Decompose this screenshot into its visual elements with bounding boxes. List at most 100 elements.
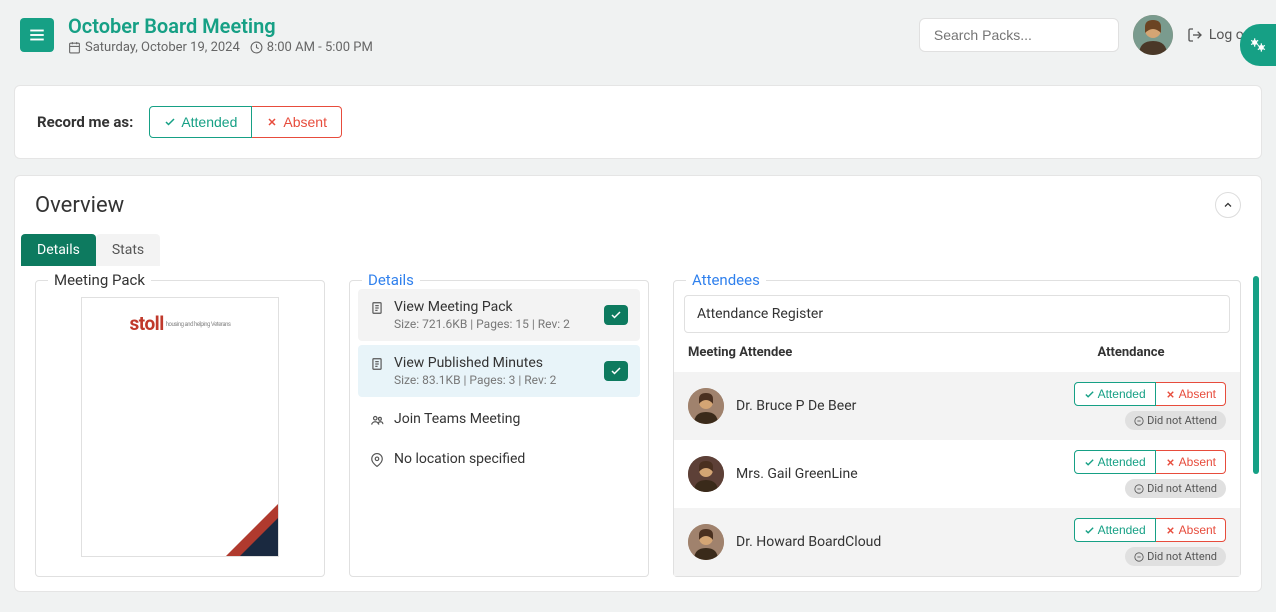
did-not-attend-pill[interactable]: Did not Attend [1125, 411, 1226, 430]
meeting-pack-preview[interactable]: stollhousing and helping Veterans [81, 297, 279, 557]
settings-fab[interactable] [1240, 24, 1276, 66]
detail-title: Join Teams Meeting [394, 411, 628, 427]
attendee-row: Dr. Bruce P De BeerAttendedAbsentDid not… [674, 372, 1240, 440]
did-not-attend-pill[interactable]: Did not Attend [1125, 479, 1226, 498]
minus-circle-icon [1134, 416, 1144, 426]
attendee-row: Dr. Howard BoardCloud AttendedAbsent Did n… [674, 508, 1240, 576]
absent-button[interactable]: Absent [252, 106, 342, 138]
attendee-button-group: AttendedAbsent [1074, 382, 1226, 406]
detail-subtitle: Size: 721.6KB | Pages: 15 | Rev: 2 [394, 317, 594, 331]
check-badge [604, 361, 628, 381]
meeting-pack-legend: Meeting Pack [48, 271, 151, 289]
x-icon [266, 116, 278, 128]
attendees-table-header: Meeting Attendee Attendance [674, 333, 1240, 372]
detail-item[interactable]: View Meeting Pack Size: 721.6KB | Pages: … [358, 289, 640, 341]
collapse-button[interactable] [1215, 192, 1241, 218]
detail-item[interactable]: Join Teams Meeting [358, 401, 640, 437]
scrollbar[interactable] [1253, 276, 1259, 581]
document-icon [370, 301, 384, 315]
meeting-meta: Saturday, October 19, 2024 8:00 AM - 5:0… [68, 40, 905, 55]
user-avatar[interactable] [1133, 15, 1173, 55]
record-button-group: Attended Absent [149, 106, 342, 138]
check-badge [604, 305, 628, 325]
attendees-legend[interactable]: Attendees [686, 271, 766, 289]
search-input[interactable] [934, 27, 1115, 43]
logout-icon [1187, 27, 1203, 43]
did-not-attend-pill[interactable]: Did not Attend [1125, 547, 1226, 566]
app-header: October Board Meeting Saturday, October … [0, 0, 1276, 69]
attended-button[interactable]: Attended [149, 106, 252, 138]
location-icon [370, 453, 384, 467]
attendee-absent-button[interactable]: Absent [1156, 382, 1226, 406]
attendee-avatar [688, 388, 724, 424]
people-icon [370, 413, 384, 427]
detail-subtitle: Size: 83.1KB | Pages: 3 | Rev: 2 [394, 373, 594, 387]
absent-button-label: Absent [283, 114, 327, 130]
detail-title: View Meeting Pack [394, 299, 594, 315]
record-card: Record me as: Attended Absent [14, 85, 1262, 159]
detail-title: No location specified [394, 451, 628, 467]
x-icon [1165, 525, 1176, 536]
hamburger-menu-button[interactable] [20, 18, 54, 52]
attendees-panel: Attendees Attendance Register Meeting At… [673, 280, 1241, 577]
tab-details[interactable]: Details [21, 234, 96, 266]
attendee-attended-button[interactable]: Attended [1074, 382, 1156, 406]
details-legend[interactable]: Details [362, 271, 420, 289]
record-label: Record me as: [37, 113, 133, 131]
overview-panels: Meeting Pack stollhousing and helping Ve… [15, 266, 1261, 591]
attendee-controls: AttendedAbsent Did not Attend [1036, 450, 1226, 498]
document-icon [370, 357, 384, 371]
attendee-absent-button[interactable]: Absent [1156, 518, 1226, 542]
overview-card: Overview Details Stats Meeting Pack stol… [14, 175, 1262, 592]
overview-tabs: Details Stats [15, 228, 1261, 266]
overview-title: Overview [35, 193, 124, 218]
header-title-block: October Board Meeting Saturday, October … [68, 14, 905, 55]
detail-body: No location specified [394, 451, 628, 467]
attendee-name: Dr. Howard BoardCloud [736, 534, 1024, 550]
meeting-time: 8:00 AM - 5:00 PM [267, 40, 373, 55]
detail-title: View Published Minutes [394, 355, 594, 371]
clock-icon [250, 41, 263, 54]
detail-item[interactable]: View Published Minutes Size: 83.1KB | Pag… [358, 345, 640, 397]
meeting-pack-panel: Meeting Pack stollhousing and helping Ve… [35, 280, 325, 577]
attendee-attended-button[interactable]: Attended [1074, 450, 1156, 474]
attendee-attended-button[interactable]: Attended [1074, 518, 1156, 542]
attendance-register-button[interactable]: Attendance Register [684, 295, 1230, 333]
attendee-name: Mrs. Gail GreenLine [736, 466, 1024, 482]
attendee-button-group: AttendedAbsent [1074, 450, 1226, 474]
attended-button-label: Attended [181, 114, 237, 130]
check-icon [1084, 525, 1095, 536]
tab-stats[interactable]: Stats [96, 234, 160, 266]
attendee-absent-button[interactable]: Absent [1156, 450, 1226, 474]
gear-icon [1248, 35, 1268, 55]
check-icon [1084, 457, 1095, 468]
search-box[interactable] [919, 18, 1119, 52]
calendar-icon [68, 41, 81, 54]
attendees-header-name: Meeting Attendee [688, 345, 1036, 360]
check-icon [610, 309, 622, 321]
detail-body: View Meeting Pack Size: 721.6KB | Pages: … [394, 299, 594, 331]
attendee-row: Mrs. Gail GreenLine AttendedAbsent Did not… [674, 440, 1240, 508]
attendee-avatar [688, 456, 724, 492]
minus-circle-icon [1134, 484, 1144, 494]
attendee-controls: AttendedAbsent Did not Attend [1036, 518, 1226, 566]
menu-icon [28, 26, 46, 44]
meeting-title: October Board Meeting [68, 14, 905, 38]
check-icon [610, 365, 622, 377]
chevron-up-icon [1222, 199, 1234, 211]
scrollbar-thumb[interactable] [1253, 276, 1259, 474]
attendees-list: Dr. Bruce P De BeerAttendedAbsentDid not… [674, 372, 1240, 576]
pack-corner-graphic [225, 503, 279, 557]
attendee-avatar [688, 524, 724, 560]
meeting-date: Saturday, October 19, 2024 [85, 40, 240, 55]
check-icon [1084, 389, 1095, 400]
check-icon [164, 116, 176, 128]
detail-item[interactable]: No location specified [358, 441, 640, 477]
attendee-controls: AttendedAbsent Did not Attend [1036, 382, 1226, 430]
pack-logo-tagline: housing and helping Veterans [166, 322, 231, 328]
x-icon [1165, 389, 1176, 400]
detail-body: Join Teams Meeting [394, 411, 628, 427]
attendees-header-attendance: Attendance [1036, 345, 1226, 360]
pack-logo-text: stoll [130, 312, 164, 335]
x-icon [1165, 457, 1176, 468]
